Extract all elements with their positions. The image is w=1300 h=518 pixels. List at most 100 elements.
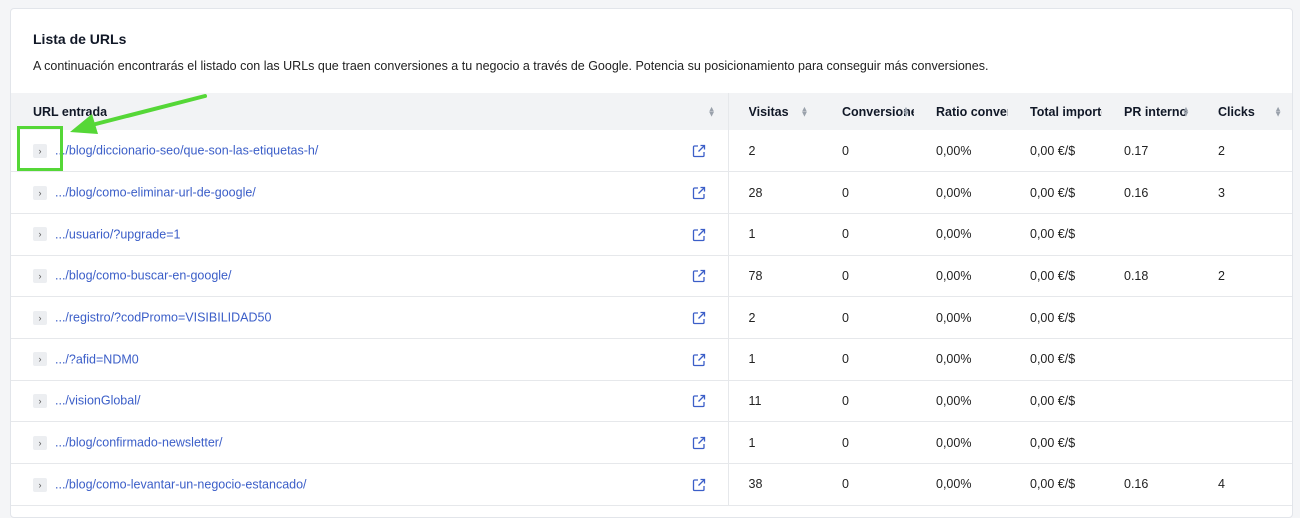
total-cell: 0,00 €/$ bbox=[1030, 435, 1076, 450]
total-cell: 0,00 €/$ bbox=[1030, 227, 1076, 242]
chevron-right-icon[interactable]: › bbox=[33, 310, 47, 325]
conversiones-cell: 0 bbox=[842, 227, 849, 242]
clicks-cell bbox=[1198, 422, 1292, 464]
visitas-cell: 11 bbox=[748, 393, 762, 408]
table-row: › .../visionGlobal/11 0 0,00% 0,00 €/$ bbox=[11, 380, 1292, 422]
total-cell: 0,00 €/$ bbox=[1030, 268, 1076, 283]
table-row: › .../?afid=NDM0 1 0 0,00% 0,00 €/$ bbox=[11, 338, 1292, 381]
total-cell: 0,00 €/$ bbox=[1030, 185, 1076, 200]
column-header-pr[interactable]: PR interno ▲ ▼ bbox=[1104, 93, 1198, 130]
clicks-cell: 2 bbox=[1218, 268, 1225, 283]
url-link[interactable]: .../blog/como-levantar-un-negocio-estanc… bbox=[55, 478, 307, 492]
external-link-icon[interactable] bbox=[692, 394, 706, 408]
url-link[interactable]: .../blog/como-buscar-en-google/ bbox=[55, 269, 231, 283]
ratio-cell: 0,00% bbox=[936, 352, 972, 367]
pr-cell: 0.17 bbox=[1124, 143, 1149, 158]
sort-icon[interactable]: ▲ ▼ bbox=[1274, 105, 1282, 118]
column-header-conversiones[interactable]: Conversiones ▲▼ bbox=[822, 93, 916, 130]
column-header-clicks[interactable]: Clicks ▲ ▼ bbox=[1198, 93, 1292, 130]
clicks-cell bbox=[1198, 338, 1292, 380]
clicks-cell bbox=[1198, 380, 1292, 422]
highlight-box bbox=[17, 126, 63, 171]
sort-icon[interactable]: ▲ ▼ bbox=[902, 105, 910, 118]
visitas-cell: 1 bbox=[748, 435, 756, 450]
chevron-right-icon[interactable]: › bbox=[33, 435, 47, 450]
url-link[interactable]: .../?afid=NDM0 bbox=[55, 352, 139, 366]
visitas-cell: 78 bbox=[748, 268, 763, 283]
table-row: › .../blog/confirmado-newsletter/1 0 0,00% 0… bbox=[11, 421, 1292, 464]
external-link-icon[interactable] bbox=[692, 311, 706, 325]
pr-cell bbox=[1104, 338, 1198, 380]
conversiones-cell: 0 bbox=[842, 310, 849, 325]
pr-cell: 0.16 bbox=[1124, 477, 1149, 492]
sort-icon[interactable]: ▲ ▼ bbox=[1182, 105, 1190, 118]
external-link-icon[interactable] bbox=[692, 436, 706, 450]
pr-cell: 0.18 bbox=[1124, 268, 1149, 283]
url-link[interactable]: .../blog/confirmado-newsletter/ bbox=[55, 436, 222, 450]
total-cell: 0,00 €/$ bbox=[1030, 477, 1076, 492]
pr-cell bbox=[1104, 422, 1198, 464]
sort-icon[interactable]: ▲ ▼ bbox=[801, 105, 809, 118]
url-cell: › .../blog/como-eliminar-url-de-google/ bbox=[11, 171, 729, 214]
url-cell: › .../?afid=NDM0 bbox=[11, 338, 729, 381]
conversiones-cell: 0 bbox=[842, 143, 849, 158]
chevron-right-icon[interactable]: › bbox=[33, 394, 47, 409]
column-header-total-label: Total importe bbox=[1030, 104, 1102, 119]
ratio-cell: 0,00% bbox=[936, 227, 972, 242]
chevron-right-icon[interactable]: › bbox=[33, 185, 47, 200]
external-link-icon[interactable] bbox=[692, 478, 706, 492]
url-link[interactable]: .../blog/diccionario-seo/que-son-las-eti… bbox=[55, 144, 318, 158]
sort-icon[interactable]: ▲ ▼ bbox=[708, 105, 716, 118]
url-link[interactable]: .../visionGlobal/ bbox=[55, 394, 140, 408]
conversiones-cell: 0 bbox=[842, 352, 849, 367]
ratio-cell: 0,00% bbox=[936, 393, 972, 408]
pr-cell bbox=[1104, 213, 1198, 255]
visitas-cell: 2 bbox=[748, 310, 756, 325]
ratio-cell: 0,00% bbox=[936, 268, 972, 283]
total-cell: 0,00 €/$ bbox=[1030, 393, 1076, 408]
column-header-visitas-label: Visitas bbox=[748, 104, 789, 119]
table-row: › .../blog/como-eliminar-url-de-google/28… bbox=[11, 171, 1292, 214]
chevron-right-icon[interactable]: › bbox=[33, 477, 47, 492]
external-link-icon[interactable] bbox=[692, 353, 706, 367]
conversiones-cell: 0 bbox=[842, 477, 849, 492]
url-link[interactable]: .../blog/como-eliminar-url-de-google/ bbox=[55, 186, 256, 200]
url-cell: › .../blog/como-buscar-en-google/ bbox=[11, 255, 729, 297]
total-cell: 0,00 €/$ bbox=[1030, 352, 1076, 367]
conversiones-cell: 0 bbox=[842, 185, 849, 200]
card-description: A continuación encontrarás el listado co… bbox=[33, 59, 989, 73]
visitas-cell: 38 bbox=[748, 477, 763, 492]
card-title: Lista de URLs bbox=[33, 31, 127, 47]
url-cell: › .../usuario/?upgrade=1 bbox=[11, 213, 729, 256]
chevron-right-icon[interactable]: › bbox=[33, 227, 47, 242]
external-link-icon[interactable] bbox=[692, 228, 706, 242]
url-list-card: Lista de URLs A continuación encontrarás… bbox=[10, 8, 1293, 518]
url-cell: › .../blog/confirmado-newsletter/ bbox=[11, 421, 729, 464]
visitas-cell: 1 bbox=[748, 227, 756, 242]
chevron-right-icon[interactable]: › bbox=[33, 269, 47, 284]
ratio-cell: 0,00% bbox=[936, 143, 972, 158]
column-header-visitas[interactable]: Visitas ▲ ▼ bbox=[728, 93, 822, 130]
clicks-cell bbox=[1198, 297, 1292, 339]
chevron-right-icon[interactable]: › bbox=[33, 352, 47, 367]
total-cell: 0,00 €/$ bbox=[1030, 310, 1076, 325]
external-link-icon[interactable] bbox=[692, 269, 706, 283]
visitas-cell: 2 bbox=[748, 143, 756, 158]
url-link[interactable]: .../usuario/?upgrade=1 bbox=[55, 227, 180, 241]
pr-cell bbox=[1104, 297, 1198, 339]
conversiones-cell: 0 bbox=[842, 435, 849, 450]
url-cell: › .../visionGlobal/ bbox=[11, 380, 729, 422]
table-row: › .../usuario/?upgrade=1 1 0 0,00% 0,00 €/$ bbox=[11, 213, 1292, 256]
column-header-ratio-label: Ratio conversión bbox=[936, 104, 1008, 119]
arrow-annotation bbox=[70, 94, 207, 134]
ratio-cell: 0,00% bbox=[936, 185, 972, 200]
table-row: › .../registro/?codPromo=VISIBILIDAD50 2 0 0… bbox=[11, 296, 1292, 339]
column-header-ratio[interactable]: Ratio conversión bbox=[916, 93, 1010, 130]
ratio-cell: 0,00% bbox=[936, 477, 972, 492]
url-link[interactable]: .../registro/?codPromo=VISIBILIDAD50 bbox=[55, 311, 271, 325]
external-link-icon[interactable] bbox=[692, 186, 706, 200]
external-link-icon[interactable] bbox=[692, 144, 706, 158]
conversiones-cell: 0 bbox=[842, 268, 849, 283]
clicks-cell bbox=[1198, 213, 1292, 255]
column-header-total[interactable]: Total importe bbox=[1010, 93, 1104, 130]
